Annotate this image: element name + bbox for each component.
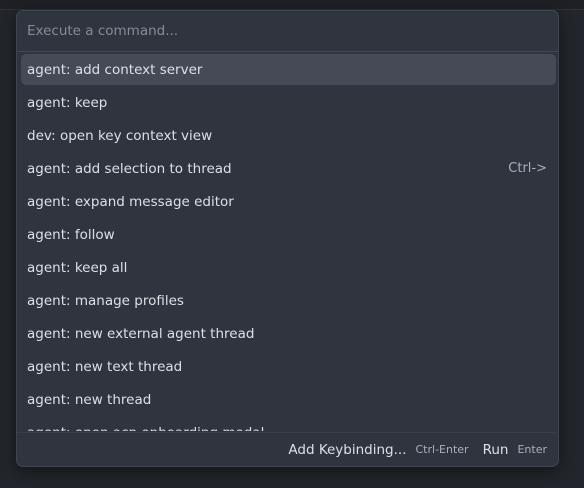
command-item[interactable]: agent: expand message editor: [21, 186, 556, 217]
command-item[interactable]: agent: manage profiles: [21, 285, 556, 316]
command-label: agent: add context server: [27, 61, 203, 78]
command-label: agent: open acp onboarding modal: [27, 425, 547, 432]
add-keybinding-label: Add Keybinding...: [288, 441, 407, 458]
command-palette: agent: add context server agent: keep dev:…: [16, 10, 559, 467]
command-shortcut: Ctrl->: [508, 161, 547, 176]
command-label: agent: follow: [27, 226, 115, 243]
command-item[interactable]: agent: add selection to thread Ctrl->: [21, 153, 556, 184]
command-list: agent: add context server agent: keep dev:…: [21, 54, 556, 431]
command-label: dev: open key context view: [27, 127, 213, 144]
command-label: agent: keep all: [27, 259, 128, 276]
command-item[interactable]: agent: new thread: [21, 384, 556, 415]
command-item[interactable]: agent: new external agent thread: [21, 318, 556, 349]
run-label: Run: [482, 441, 509, 458]
command-search-input[interactable]: [27, 23, 558, 39]
command-label: agent: add selection to thread: [27, 160, 232, 177]
command-item[interactable]: agent: open acp onboarding modal: [21, 417, 556, 432]
command-label: agent: expand message editor: [27, 193, 234, 210]
command-item[interactable]: agent: new text thread: [21, 351, 556, 382]
command-label: agent: keep: [27, 94, 108, 111]
run-shortcut: Enter: [517, 443, 547, 456]
add-keybinding-shortcut: Ctrl-Enter: [415, 443, 469, 456]
command-label: agent: manage profiles: [27, 292, 184, 309]
palette-footer: Add Keybinding... Ctrl-Enter Run Enter: [17, 432, 558, 466]
command-item[interactable]: agent: keep all: [21, 252, 556, 283]
command-label: agent: new external agent thread: [27, 325, 255, 342]
command-search-bar: [17, 11, 558, 52]
command-label: agent: new thread: [27, 391, 152, 408]
command-item[interactable]: dev: open key context view: [21, 120, 556, 151]
run-button[interactable]: Run Enter: [483, 442, 547, 458]
command-item[interactable]: agent: keep: [21, 87, 556, 118]
add-keybinding-button[interactable]: Add Keybinding... Ctrl-Enter: [288, 442, 468, 458]
command-item[interactable]: agent: follow: [21, 219, 556, 250]
title-bar: [0, 0, 584, 10]
command-item[interactable]: agent: add context server: [21, 54, 556, 85]
command-label: agent: new text thread: [27, 358, 183, 375]
